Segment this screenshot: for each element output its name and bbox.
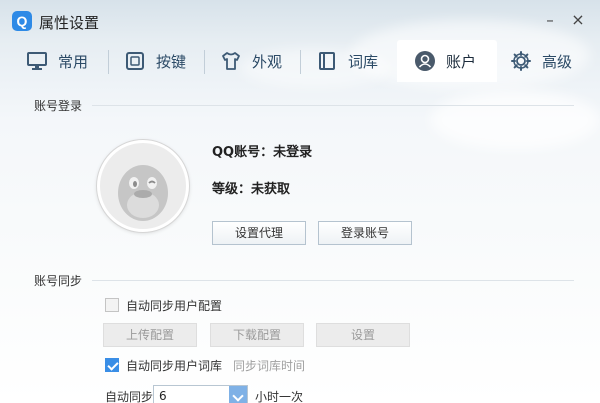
title-bar: Q 属性设置 – × xyxy=(0,0,600,42)
tab-bar: 常用 按键 外观 词库 账户 高级 xyxy=(0,40,600,84)
auto-sync-label: 自动同步 xyxy=(105,390,154,403)
tab-label: 按键 xyxy=(156,52,187,71)
tab-label: 常用 xyxy=(58,52,89,71)
tab-label: 外观 xyxy=(252,52,283,71)
window-title: 属性设置 xyxy=(39,14,100,32)
book-icon xyxy=(316,50,338,72)
chevron-down-icon[interactable] xyxy=(229,386,247,403)
tab-label: 高级 xyxy=(542,52,573,71)
gear-icon xyxy=(510,50,532,72)
tab-separator xyxy=(300,50,301,74)
qq-account-status: QQ账号：未登录 xyxy=(212,145,313,160)
penguin-avatar-icon xyxy=(118,165,168,221)
app-logo-icon: Q xyxy=(12,11,32,31)
avatar xyxy=(97,140,189,232)
keyboard-icon xyxy=(124,50,146,72)
interval-suffix-label: 小时一次 xyxy=(255,390,304,403)
set-proxy-button[interactable]: 设置代理 xyxy=(212,221,306,245)
section-title-sync: 账号同步 xyxy=(34,274,83,288)
sync-config-checkbox[interactable] xyxy=(105,298,119,312)
upload-config-button[interactable]: 上传配置 xyxy=(103,323,197,347)
section-title-login: 账号登录 xyxy=(34,99,83,113)
sync-settings-button[interactable]: 设置 xyxy=(316,323,410,347)
sync-interval-value: 6 xyxy=(159,389,167,403)
sync-lexicon-time-link[interactable]: 同步词库时间 xyxy=(233,357,305,374)
settings-window: Q 属性设置 – × 常用 按键 外观 词库 账户 高级 账号登录 QQ账号：未… xyxy=(0,0,600,403)
tab-label: 账户 xyxy=(446,52,477,71)
close-button[interactable]: × xyxy=(568,10,588,30)
user-icon xyxy=(414,50,436,72)
sync-lexicon-checkbox[interactable] xyxy=(105,358,119,372)
tab-separator xyxy=(108,50,109,74)
tab-keys[interactable]: 按键 xyxy=(124,40,186,82)
monitor-icon xyxy=(26,50,48,72)
sync-config-label: 自动同步用户配置 xyxy=(126,299,223,313)
sync-lexicon-label: 自动同步用户词库 xyxy=(126,359,223,373)
tab-separator xyxy=(204,50,205,74)
tshirt-icon xyxy=(220,50,242,72)
login-account-button[interactable]: 登录账号 xyxy=(318,221,412,245)
section-divider xyxy=(92,280,574,281)
minimize-button[interactable]: – xyxy=(540,10,560,30)
tab-label: 词库 xyxy=(348,52,379,71)
tab-appearance[interactable]: 外观 xyxy=(220,40,282,82)
tab-advanced[interactable]: 高级 xyxy=(510,40,572,82)
tab-lexicon[interactable]: 词库 xyxy=(316,40,378,82)
download-config-button[interactable]: 下载配置 xyxy=(210,323,304,347)
tab-account[interactable]: 账户 xyxy=(397,40,497,82)
level-status: 等级：未获取 xyxy=(212,182,291,197)
cloud-decoration xyxy=(430,90,600,150)
tab-common[interactable]: 常用 xyxy=(26,40,88,82)
sync-interval-select[interactable]: 6 xyxy=(153,385,248,403)
section-divider xyxy=(92,105,574,106)
